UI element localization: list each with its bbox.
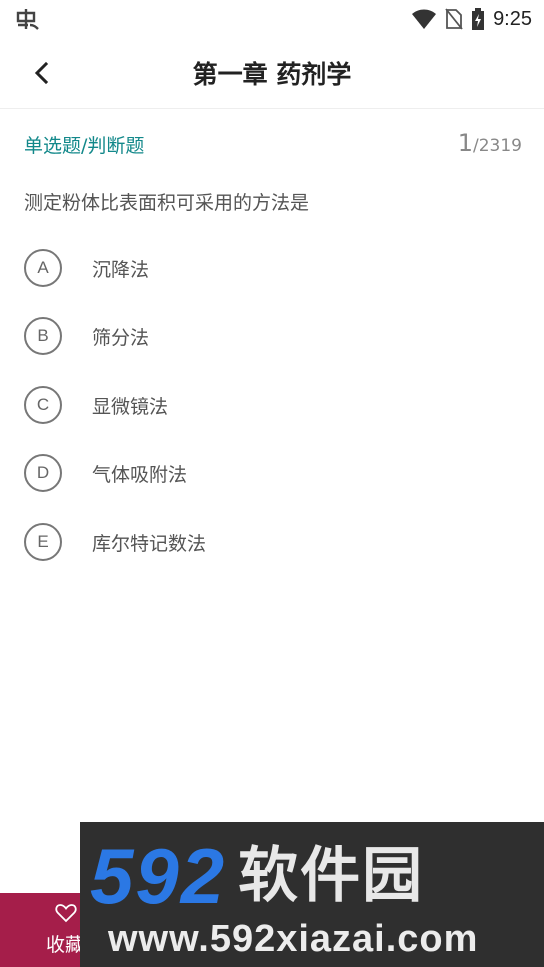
option-letter-circle: C — [24, 386, 62, 424]
favorite-label: 收藏 — [46, 934, 85, 956]
question-counter: 1/2319 — [458, 129, 522, 157]
option-text: 筛分法 — [92, 327, 150, 349]
app-header: 第一章 药剂学 — [0, 38, 544, 109]
battery-charging-icon — [472, 8, 485, 30]
question-total: /2319 — [473, 136, 522, 156]
question-index: 1 — [457, 129, 473, 157]
heart-outline-icon — [55, 904, 77, 923]
option-text: 沉降法 — [92, 259, 150, 281]
page-title: 第一章 药剂学 — [192, 60, 352, 89]
question-type-label: 单选题/判断题 — [24, 135, 145, 157]
favorite-button[interactable]: 收藏 — [0, 893, 84, 967]
watermark-brand: 软件园 — [238, 841, 425, 911]
option-letter-circle: D — [24, 454, 62, 492]
option-b[interactable]: B 筛分法 — [24, 314, 504, 358]
option-d[interactable]: D 气体吸附法 — [24, 451, 504, 495]
wifi-icon — [412, 9, 437, 29]
option-letter-circle: E — [24, 523, 62, 561]
question-text: 测定粉体比表面积可采用的方法是 — [24, 192, 310, 214]
watermark-url: www.592xiazai.com — [108, 918, 479, 960]
status-time: 9:25 — [493, 7, 532, 30]
watermark-overlay: 592 软件园 www.592xiazai.com — [80, 822, 544, 967]
option-letter-circle: B — [24, 317, 62, 355]
app-notification-icon — [16, 9, 39, 30]
watermark-digits: 592 — [90, 832, 227, 920]
option-text: 气体吸附法 — [92, 464, 188, 486]
watermark-logo: 592 软件园 — [90, 836, 424, 916]
option-c[interactable]: C 显微镜法 — [24, 383, 504, 427]
option-e[interactable]: E 库尔特记数法 — [24, 520, 504, 564]
no-sim-icon — [445, 8, 463, 30]
status-bar: 9:25 — [0, 0, 544, 38]
option-text: 显微镜法 — [92, 396, 169, 418]
option-a[interactable]: A 沉降法 — [24, 246, 504, 290]
option-text: 库尔特记数法 — [92, 533, 207, 555]
option-letter-circle: A — [24, 249, 62, 287]
